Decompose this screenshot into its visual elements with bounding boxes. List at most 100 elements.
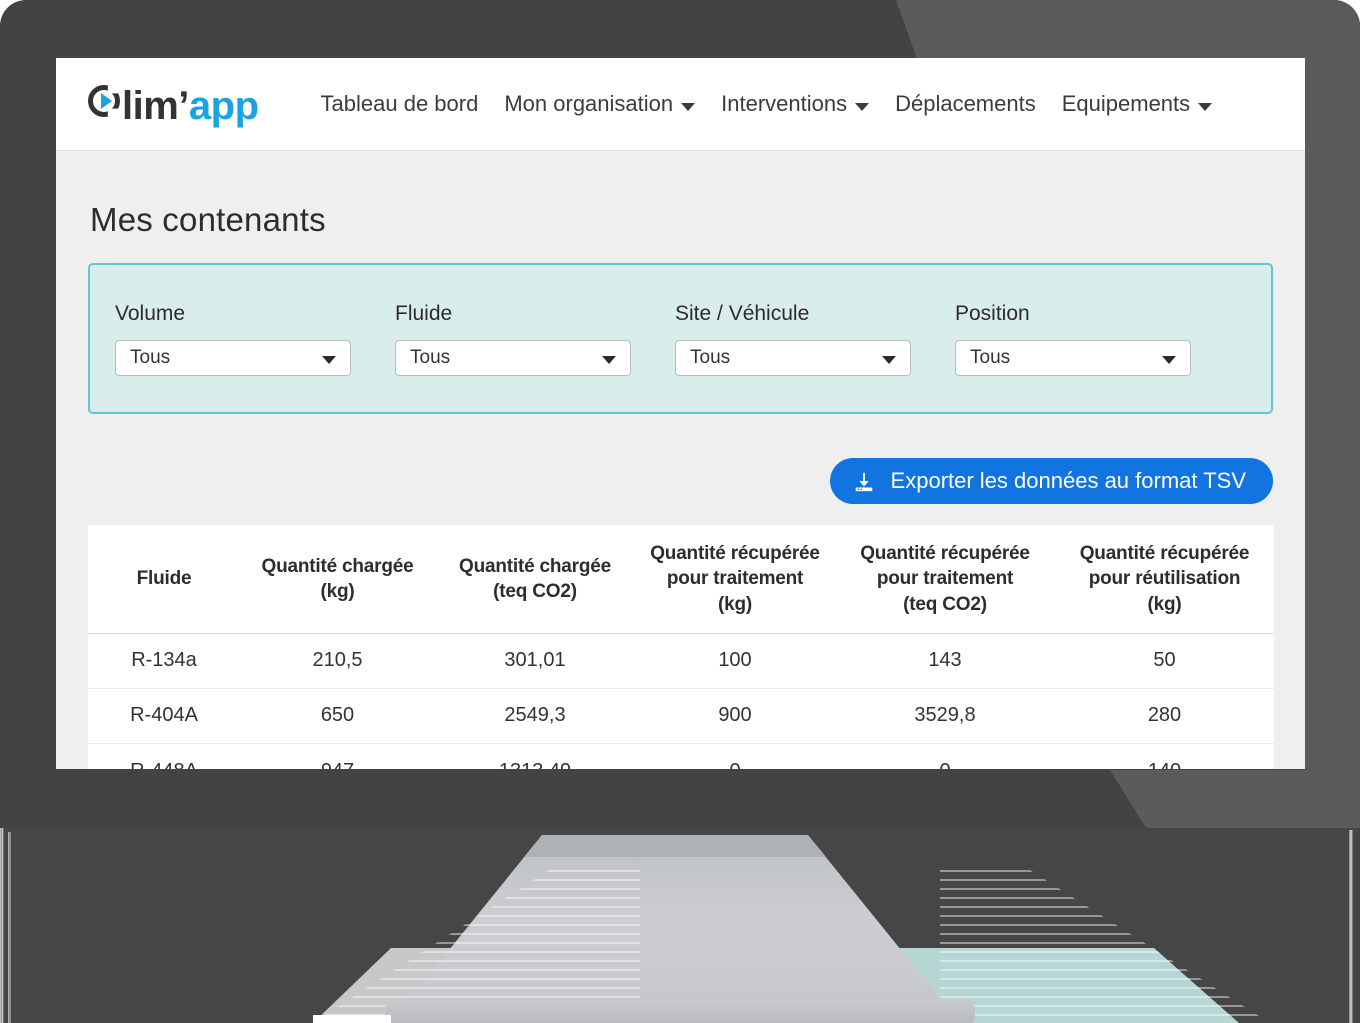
bezel-edge-left-inner <box>8 832 11 1023</box>
header-line: Quantité récupérée <box>860 543 1030 564</box>
nav-item-mon-organisation[interactable]: Mon organisation <box>504 91 696 117</box>
table-row[interactable]: R-404A 650 2549,3 900 3529,8 280 <box>88 688 1274 744</box>
cell-recup-reuse-kg: 140 <box>1055 743 1274 769</box>
filter-panel: Volume Tous Fluide Tous Site / Véhicule <box>88 263 1273 414</box>
header-line: (kg) <box>320 580 355 602</box>
cell-charge-teq: 1313.49 <box>435 743 635 769</box>
nav-label: Equipements <box>1061 91 1191 116</box>
filter-value-site-vehicule: Tous <box>690 346 731 368</box>
header-line: Quantité récupérée <box>1079 543 1250 564</box>
logo-apostrophe: ’ <box>178 84 189 128</box>
filter-group-position: Position Tous <box>955 302 1235 376</box>
cell-recup-trait-teq: 143 <box>835 633 1055 689</box>
filter-value-fluide: Tous <box>410 346 451 368</box>
header-line: Quantité chargée <box>458 555 611 577</box>
nav-item-interventions[interactable]: Interventions <box>721 91 870 117</box>
cell-recup-trait-teq: 0 <box>835 743 1055 769</box>
cell-fluide: R-404A <box>88 688 240 744</box>
header-line: pour traitement <box>876 568 1014 590</box>
header-line: Quantité chargée <box>261 555 414 577</box>
header-line: (teq CO2) <box>493 580 577 602</box>
filter-select-site-vehicule[interactable]: Tous <box>675 339 911 376</box>
col-header-quantite-chargee-teq: Quantité chargée (teq CO2) <box>435 525 635 634</box>
app-logo[interactable]: lim’ app <box>88 79 259 129</box>
filter-select-position[interactable]: Tous <box>955 339 1191 376</box>
header-line: (teq CO2) <box>903 593 987 615</box>
filter-value-position: Tous <box>970 346 1011 368</box>
filter-label-site-vehicule: Site / Véhicule <box>675 301 810 325</box>
filter-group-fluide: Fluide Tous <box>395 302 675 376</box>
cell-recup-trait-teq: 3529,8 <box>835 688 1055 744</box>
export-tsv-label: Exporter les données au format TSV <box>890 468 1246 493</box>
download-icon <box>853 471 875 493</box>
page-body: Mes contenants Volume Tous Fluide Tous S… <box>56 201 1305 769</box>
cell-fluide: R-448A <box>88 743 240 769</box>
export-row: Exporter les données au format TSV <box>88 458 1273 504</box>
header-line: (kg) <box>1147 593 1182 615</box>
header-line: Quantité récupérée <box>650 543 820 564</box>
nav-item-tableau-de-bord[interactable]: Tableau de bord <box>321 91 479 117</box>
header-line: pour traitement <box>666 568 804 590</box>
filter-group-site-vehicule: Site / Véhicule Tous <box>675 302 955 376</box>
cell-recup-trait-kg: 0 <box>635 743 835 769</box>
export-tsv-button[interactable]: Exporter les données au format TSV <box>829 458 1273 504</box>
col-header-recuperee-traitement-kg: Quantité récupérée pour traitement (kg) <box>635 525 835 634</box>
cell-recup-trait-kg: 900 <box>635 688 835 744</box>
col-header-fluide: Fluide <box>88 525 240 634</box>
top-navbar: lim’ app Tableau de bord Mon organisation… <box>56 58 1305 151</box>
logo-text-main: lim <box>122 84 179 128</box>
filter-select-fluide[interactable]: Tous <box>395 339 631 376</box>
monitor-mockup: lim’ app Tableau de bord Mon organisation… <box>0 0 1360 1023</box>
nav-label: Interventions <box>721 91 848 116</box>
filter-group-volume: Volume Tous <box>115 302 395 376</box>
app-screen: lim’ app Tableau de bord Mon organisation… <box>56 58 1305 769</box>
stand-base <box>385 1000 975 1023</box>
cell-recup-reuse-kg: 280 <box>1055 688 1274 744</box>
cell-charge-teq: 2549,3 <box>435 688 635 744</box>
nav-items: Tableau de bord Mon organisation Interve… <box>321 91 1213 117</box>
table-head: Fluide Quantité chargée (kg) Quantité ch… <box>88 525 1274 634</box>
table-body: R-134a 210,5 301,01 100 143 50 R-404A 65… <box>88 633 1274 769</box>
col-header-recuperee-traitement-teq: Quantité récupérée pour traitement (teq … <box>835 525 1055 634</box>
chevron-down-icon <box>322 355 336 364</box>
chevron-down-icon <box>602 355 616 364</box>
cell-charge-kg: 650 <box>240 688 435 744</box>
page-title: Mes contenants <box>90 201 326 238</box>
cell-recup-reuse-kg: 50 <box>1055 633 1274 689</box>
chevron-down-icon <box>1198 103 1213 111</box>
filter-value-volume: Tous <box>130 346 171 368</box>
bezel-edge-left <box>0 828 4 1023</box>
nav-label: Déplacements <box>895 91 1036 116</box>
chevron-down-icon <box>882 355 896 364</box>
filter-label-position: Position <box>955 301 1030 325</box>
chevron-down-icon <box>1162 355 1176 364</box>
cell-recup-trait-kg: 100 <box>635 633 835 689</box>
cell-fluide: R-134a <box>88 633 240 689</box>
col-header-quantite-chargee-kg: Quantité chargée (kg) <box>240 525 435 634</box>
header-line: (kg) <box>717 593 753 615</box>
nav-label: Mon organisation <box>504 91 674 116</box>
filter-label-volume: Volume <box>115 301 186 325</box>
cell-charge-kg: 210,5 <box>240 633 435 689</box>
containers-table: Fluide Quantité chargée (kg) Quantité ch… <box>88 525 1274 769</box>
chevron-down-icon <box>681 103 696 111</box>
header-line: Fluide <box>136 568 192 590</box>
nav-label: Tableau de bord <box>320 91 479 116</box>
bezel-edge-right <box>1349 830 1353 1023</box>
nav-item-deplacements[interactable]: Déplacements <box>895 91 1036 117</box>
stand-base-edge <box>313 1015 391 1023</box>
col-header-recuperee-reutilisation-kg: Quantité récupérée pour réutilisation (k… <box>1055 525 1274 634</box>
table-row[interactable]: R-448A 947 1313.49 0 0 140 <box>88 743 1274 769</box>
table-header-row: Fluide Quantité chargée (kg) Quantité ch… <box>88 525 1274 634</box>
table-row[interactable]: R-134a 210,5 301,01 100 143 50 <box>88 633 1274 689</box>
logo-c-icon <box>88 79 122 119</box>
nav-item-equipements[interactable]: Equipements <box>1061 91 1213 117</box>
logo-text-accent: app <box>188 84 259 128</box>
chevron-down-icon <box>855 103 870 111</box>
containers-table-element: Fluide Quantité chargée (kg) Quantité ch… <box>88 525 1274 769</box>
cell-charge-teq: 301,01 <box>435 633 635 689</box>
header-line: pour réutilisation <box>1088 568 1241 590</box>
filter-select-volume[interactable]: Tous <box>115 339 351 376</box>
cell-charge-kg: 947 <box>240 743 435 769</box>
filter-label-fluide: Fluide <box>395 301 453 325</box>
